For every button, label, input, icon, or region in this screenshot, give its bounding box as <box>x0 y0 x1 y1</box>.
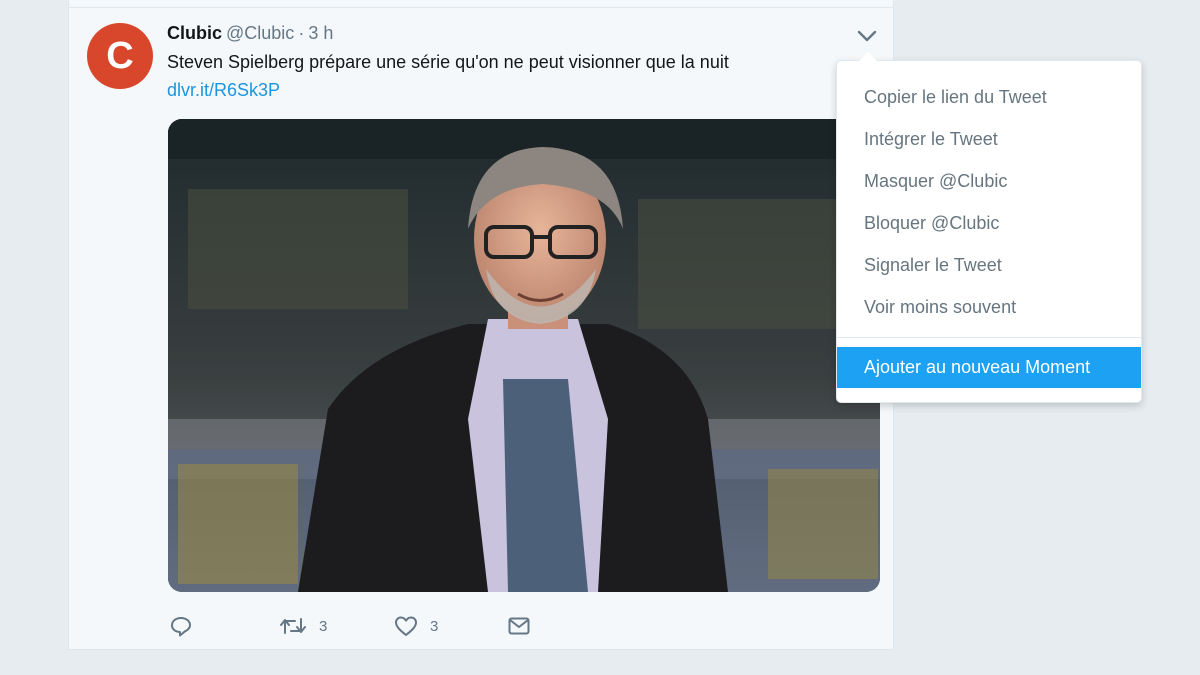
retweet-icon <box>280 618 306 634</box>
heart-icon <box>395 616 417 636</box>
menu-item-see-less[interactable]: Voir moins souvent <box>837 291 1141 323</box>
like-button[interactable]: 3 <box>394 612 438 640</box>
dropdown-caret <box>859 52 877 61</box>
tweet-options-menu: Copier le lien du Tweet Intégrer le Twee… <box>836 52 1142 403</box>
envelope-icon <box>508 617 530 635</box>
menu-item-block-user[interactable]: Bloquer @Clubic <box>837 207 1141 239</box>
photo-image <box>168 119 880 592</box>
separator-dot: · <box>298 23 305 43</box>
like-count: 3 <box>430 617 439 635</box>
menu-item-embed-tweet[interactable]: Intégrer le Tweet <box>837 123 1141 155</box>
tweet-options-button[interactable] <box>854 26 880 46</box>
tweet-timestamp[interactable]: 3 h <box>308 23 333 43</box>
retweet-count: 3 <box>319 617 328 635</box>
retweet-button[interactable]: 3 <box>279 612 327 640</box>
chevron-down-icon <box>857 30 877 42</box>
direct-message-button[interactable] <box>507 612 531 640</box>
tweet-text: Steven Spielberg prépare une série qu'on… <box>167 52 729 72</box>
menu-item-mute-user[interactable]: Masquer @Clubic <box>837 165 1141 197</box>
menu-item-copy-link[interactable]: Copier le lien du Tweet <box>837 81 1141 113</box>
avatar[interactable]: C <box>87 23 153 89</box>
timeline-column: C Clubic @Clubic · 3 h Steven Spielberg pré… <box>68 0 894 650</box>
tweet-photo[interactable] <box>168 119 880 592</box>
reply-icon <box>171 617 191 637</box>
menu-item-add-to-moment[interactable]: Ajouter au nouveau Moment <box>837 347 1141 388</box>
menu-divider <box>837 337 1141 338</box>
user-handle[interactable]: @Clubic <box>226 23 294 43</box>
divider <box>69 7 893 8</box>
reply-button[interactable] <box>169 612 193 640</box>
menu-item-report-tweet[interactable]: Signaler le Tweet <box>837 249 1141 281</box>
tweet-header: Clubic @Clubic · 3 h <box>167 22 333 44</box>
tweet-actions: 3 3 <box>169 612 769 640</box>
tweet-link[interactable]: dlvr.it/R6Sk3P <box>167 79 280 101</box>
display-name[interactable]: Clubic <box>167 23 222 43</box>
